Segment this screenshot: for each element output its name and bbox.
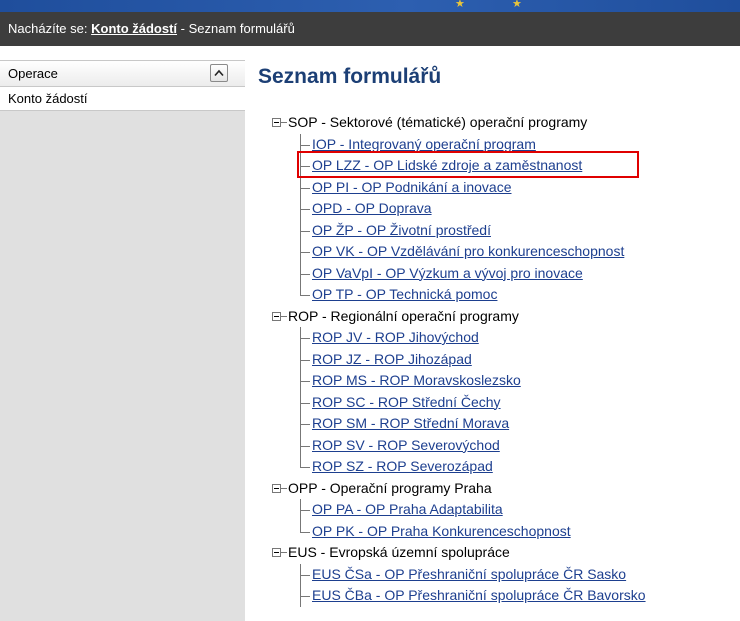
tree-item: EUS ČBa - OP Přeshraniční spolupráce ČR … (272, 585, 740, 607)
tree-item: OPD - OP Doprava (272, 198, 740, 220)
sidebar-item-konto-zadosti[interactable]: Konto žádostí (0, 87, 245, 111)
tree-link[interactable]: ROP JV - ROP Jihovýchod (312, 329, 479, 345)
tree-item: OP TP - OP Technická pomoc (272, 284, 740, 306)
tree-group-label: SOP - Sektorové (tématické) operační pro… (288, 114, 588, 130)
tree-item: OP PI - OP Podnikání a inovace (272, 176, 740, 198)
breadcrumb-link-konto[interactable]: Konto žádostí (91, 21, 177, 36)
tree-item: EUS ČSa - OP Přeshraniční spolupráce ČR … (272, 563, 740, 585)
breadcrumb: Nacházíte se: Konto žádostí - Seznam for… (0, 12, 740, 46)
breadcrumb-current: - Seznam formulářů (177, 21, 295, 36)
star-icon: ★ (455, 0, 465, 10)
tree-item: OP PA - OP Praha Adaptabilita (272, 499, 740, 521)
tree-link[interactable]: OP PA - OP Praha Adaptabilita (312, 501, 503, 517)
tree-link[interactable]: OPD - OP Doprava (312, 200, 432, 216)
tree-item: ROP JZ - ROP Jihozápad (272, 348, 740, 370)
tree-link[interactable]: EUS ČSa - OP Přeshraniční spolupráce ČR … (312, 566, 626, 582)
tree-link[interactable]: ROP SZ - ROP Severozápad (312, 458, 493, 474)
form-tree: SOP - Sektorové (tématické) operační pro… (272, 112, 740, 607)
sidebar-header: Operace (0, 60, 245, 87)
tree-link[interactable]: ROP MS - ROP Moravskoslezsko (312, 372, 521, 388)
tree-link[interactable]: EUS ČBa - OP Přeshraniční spolupráce ČR … (312, 587, 646, 603)
tree-link[interactable]: ROP SM - ROP Střední Morava (312, 415, 509, 431)
tree-item: OP VK - OP Vzdělávání pro konkurencescho… (272, 241, 740, 263)
tree-item: OP VaVpI - OP Výzkum a vývoj pro inovace (272, 262, 740, 284)
tree-item: ROP SZ - ROP Severozápad (272, 456, 740, 478)
breadcrumb-prefix: Nacházíte se: (8, 21, 92, 36)
collapse-toggle-icon[interactable] (272, 311, 281, 321)
tree-item: OP PK - OP Praha Konkurenceschopnost (272, 520, 740, 543)
tree-item: ROP JV - ROP Jihovýchod (272, 327, 740, 349)
collapse-button[interactable] (210, 64, 228, 82)
tree-item: ROP MS - ROP Moravskoslezsko (272, 370, 740, 392)
tree-link[interactable]: ROP JZ - ROP Jihozápad (312, 351, 472, 367)
collapse-toggle-icon[interactable] (272, 548, 281, 557)
tree-link[interactable]: OP PI - OP Podnikání a inovace (312, 179, 512, 195)
tree-group-sop: SOP - Sektorové (tématické) operační pro… (272, 112, 740, 134)
tree-link[interactable]: OP TP - OP Technická pomoc (312, 286, 497, 302)
tree-group-opp: OPP - Operační programy Praha (272, 478, 740, 500)
tree-link[interactable]: ROP SV - ROP Severovýchod (312, 437, 500, 453)
tree-group-label: OPP - Operační programy Praha (288, 479, 492, 496)
page-title: Seznam formulářů (258, 65, 442, 88)
tree-link[interactable]: OP ŽP - OP Životní prostředí (312, 222, 491, 238)
tree-link[interactable]: OP VK - OP Vzdělávání pro konkurencescho… (312, 243, 624, 259)
star-icon: ★ (512, 0, 522, 10)
tree-item: ROP SC - ROP Střední Čechy (272, 391, 740, 413)
sidebar-header-label: Operace (8, 66, 58, 81)
tree-link[interactable]: OP VaVpI - OP Výzkum a vývoj pro inovace (312, 265, 583, 281)
tree-link[interactable]: OP PK - OP Praha Konkurenceschopnost (312, 523, 571, 539)
collapse-toggle-icon[interactable] (272, 118, 281, 127)
tree-item: ROP SM - ROP Střední Morava (272, 413, 740, 435)
top-banner: ★ ★ (0, 0, 740, 12)
tree-link[interactable]: IOP - Integrovaný operační program (312, 136, 536, 152)
tree-group-rop: ROP - Regionální operační programy (272, 306, 740, 328)
sidebar: Operace Konto žádostí (0, 60, 245, 621)
tree-link[interactable]: ROP SC - ROP Střední Čechy (312, 394, 501, 410)
tree-group-label: ROP - Regionální operační programy (288, 307, 519, 324)
highlight-annotation (297, 151, 639, 178)
tree-item: ROP SV - ROP Severovýchod (272, 434, 740, 456)
tree-group-label: EUS - Evropská územní spolupráce (288, 544, 510, 560)
chevron-up-icon (214, 69, 224, 77)
collapse-toggle-icon[interactable] (272, 483, 281, 493)
tree-group-eus: EUS - Evropská územní spolupráce (272, 542, 740, 564)
tree-item: OP ŽP - OP Životní prostředí (272, 219, 740, 241)
